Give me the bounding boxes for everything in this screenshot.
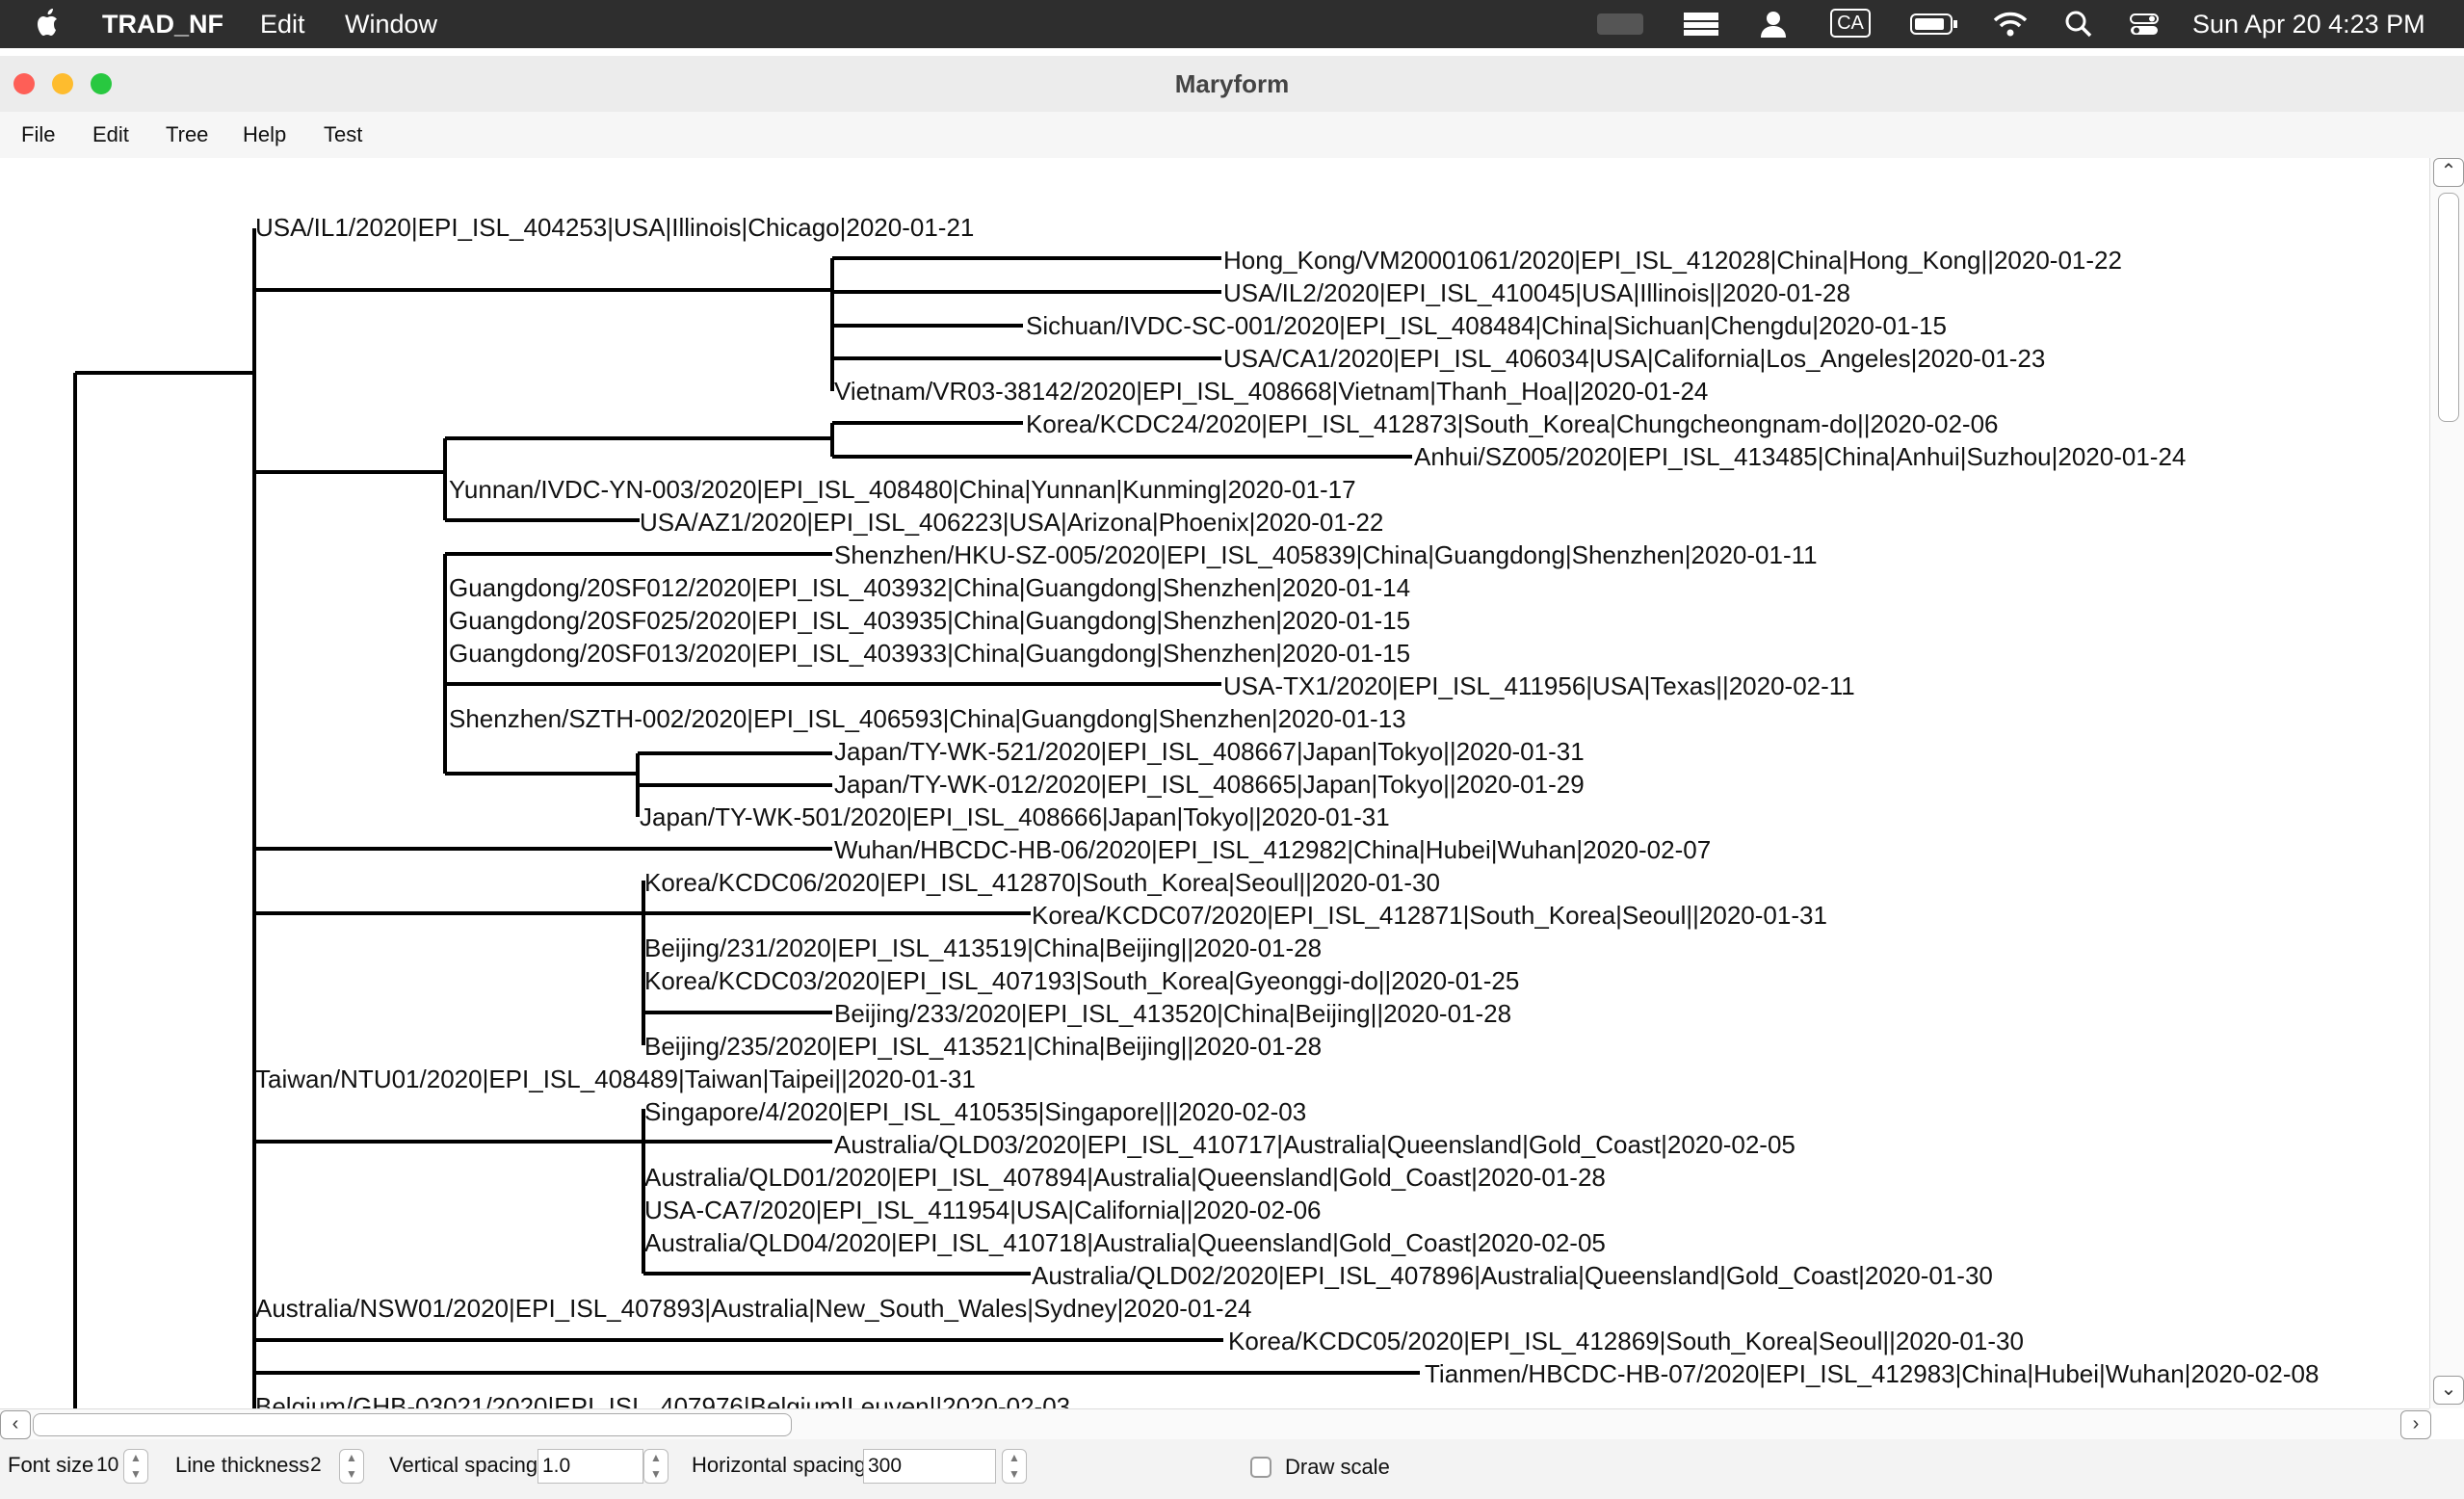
tree-leaf-label: Yunnan/IVDC-YN-003/2020|EPI_ISL_408480|C… [449, 475, 1356, 504]
horizontal-scrollbar[interactable]: ‹ › [0, 1408, 2431, 1440]
search-icon[interactable] [2063, 9, 2094, 39]
tree-leaf-label: Singapore/4/2020|EPI_ISL_410535|Singapor… [644, 1097, 1307, 1126]
menu-edit[interactable]: Edit [260, 0, 305, 48]
system-menu-bar: TRAD_NF Edit Window CA Sun Apr 20 4:23 P… [0, 0, 2464, 48]
tree-leaf-label: Australia/QLD03/2020|EPI_ISL_410717|Aust… [834, 1130, 1796, 1159]
tree-leaf-label: Guangdong/20SF013/2020|EPI_ISL_403933|Ch… [449, 639, 1411, 668]
tree-leaf-label: USA/IL1/2020|EPI_ISL_404253|USA|Illinois… [255, 213, 975, 242]
tree-leaf-label: USA/CA1/2020|EPI_ISL_406034|USA|Californ… [1223, 344, 2046, 373]
user-icon[interactable] [1759, 9, 1788, 39]
font-size-label: Font size [8, 1453, 94, 1477]
menu-test[interactable]: Test [324, 112, 362, 158]
tree-leaf-label: Japan/TY-WK-012/2020|EPI_ISL_408665|Japa… [834, 770, 1585, 799]
tree-leaf-label: Korea/KCDC03/2020|EPI_ISL_407193|South_K… [644, 966, 1520, 995]
tree-leaf-label: Vietnam/VR03-38142/2020|EPI_ISL_408668|V… [834, 377, 1709, 406]
horizontal-spacing-field[interactable]: 300 [863, 1449, 996, 1484]
menu-window[interactable]: Window [345, 0, 437, 48]
tree-leaf-label: Beijing/231/2020|EPI_ISL_413519|China|Be… [644, 934, 1323, 962]
tree-leaf-label: Beijing/235/2020|EPI_ISL_413521|China|Be… [644, 1032, 1323, 1061]
wifi-icon[interactable] [1992, 9, 2029, 39]
tree-leaf-label: Australia/QLD02/2020|EPI_ISL_407896|Aust… [1032, 1261, 1993, 1290]
scroll-up-button[interactable]: ⌃ [2433, 158, 2464, 187]
window-title: Maryform [1174, 69, 1290, 98]
font-size-stepper[interactable]: ▲ ▼ [123, 1449, 148, 1484]
tree-leaf-label: Korea/KCDC24/2020|EPI_ISL_412873|South_K… [1026, 409, 1999, 438]
line-thickness-label: Line thickness [175, 1453, 310, 1477]
menu-tree[interactable]: Tree [166, 112, 208, 158]
tree-leaf-label: Japan/TY-WK-521/2020|EPI_ISL_408667|Japa… [834, 737, 1585, 766]
vertical-scroll-thumb[interactable] [2438, 193, 2459, 422]
scroll-right-button[interactable]: › [2400, 1410, 2431, 1439]
scroll-left-button[interactable]: ‹ [0, 1410, 31, 1439]
tree-leaf-label: Shenzhen/HKU-SZ-005/2020|EPI_ISL_405839|… [834, 540, 1818, 569]
menu-file[interactable]: File [21, 112, 55, 158]
tree-leaf-label: Australia/QLD01/2020|EPI_ISL_407894|Aust… [644, 1163, 1606, 1192]
horizontal-spacing-stepper[interactable]: ▲ ▼ [1002, 1449, 1027, 1484]
tree-leaf-label: Japan/TY-WK-501/2020|EPI_ISL_408666|Japa… [640, 802, 1390, 831]
app-menu-name[interactable]: TRAD_NF [102, 0, 223, 48]
font-size-field[interactable]: 10 [92, 1449, 123, 1484]
draw-scale-checkbox[interactable] [1250, 1457, 1271, 1478]
line-thickness-stepper[interactable]: ▲ ▼ [339, 1449, 364, 1484]
apple-icon[interactable] [35, 8, 62, 39]
tree-leaf-label: Wuhan/HBCDC-HB-06/2020|EPI_ISL_412982|Ch… [834, 835, 1712, 864]
tree-leaf-label: Taiwan/NTU01/2020|EPI_ISL_408489|Taiwan|… [255, 1065, 976, 1093]
tree-leaf-label: Australia/NSW01/2020|EPI_ISL_407893|Aust… [255, 1294, 1252, 1323]
vertical-spacing-stepper[interactable]: ▲ ▼ [643, 1449, 668, 1484]
vertical-spacing-field[interactable]: 1.0 [537, 1449, 643, 1484]
tree-leaf-label: Korea/KCDC06/2020|EPI_ISL_412870|South_K… [644, 868, 1440, 897]
tree-leaf-label: Sichuan/IVDC-SC-001/2020|EPI_ISL_408484|… [1026, 311, 1947, 340]
tree-leaf-label: Korea/KCDC07/2020|EPI_ISL_412871|South_K… [1032, 901, 1827, 930]
window-title-bar[interactable]: Maryform [0, 56, 2464, 113]
control-center-icon[interactable] [2129, 9, 2160, 39]
horizontal-scroll-thumb[interactable] [33, 1413, 792, 1436]
vertical-spacing-label: Vertical spacing [389, 1453, 538, 1477]
tree-canvas[interactable]: USA/IL1/2020|EPI_ISL_404253|USA|Illinois… [0, 158, 2429, 1408]
dock-stack-icon[interactable] [1680, 9, 1722, 39]
input-source-icon[interactable]: CA [1830, 9, 1871, 38]
app-menu-bar: File Edit Tree Help Test [0, 112, 2464, 158]
tree-leaf-label: Korea/KCDC05/2020|EPI_ISL_412869|South_K… [1228, 1327, 2024, 1355]
draw-scale-label: Draw scale [1285, 1455, 1390, 1479]
wd-drive-icon[interactable] [1597, 13, 1643, 35]
tree-leaf-label: USA/IL2/2020|EPI_ISL_410045|USA|Illinois… [1223, 278, 1850, 307]
controls-bar: Font size 10 ▲ ▼ Line thickness 2 ▲ ▼ Vert… [0, 1439, 2464, 1499]
tree-leaf-label: USA-TX1/2020|EPI_ISL_411956|USA|Texas||2… [1223, 671, 1855, 700]
tree-leaf-label: Anhui/SZ005/2020|EPI_ISL_413485|China|An… [1414, 442, 2187, 471]
menu-help[interactable]: Help [243, 112, 286, 158]
menu-edit-app[interactable]: Edit [92, 112, 129, 158]
tree-leaf-label: Guangdong/20SF025/2020|EPI_ISL_403935|Ch… [449, 606, 1411, 635]
tree-leaf-label: Hong_Kong/VM20001061/2020|EPI_ISL_412028… [1223, 246, 2122, 275]
tree-leaf-label: Tianmen/HBCDC-HB-07/2020|EPI_ISL_412983|… [1425, 1359, 2320, 1388]
tree-leaf-label: USA-CA7/2020|EPI_ISL_411954|USA|Californ… [644, 1196, 1322, 1224]
tree-leaf-label: Guangdong/20SF012/2020|EPI_ISL_403932|Ch… [449, 573, 1411, 602]
tree-leaf-label: Belgium/GHB-03021/2020|EPI_ISL_407976|Be… [255, 1392, 1071, 1408]
tree-leaf-label: Australia/QLD04/2020|EPI_ISL_410718|Aust… [644, 1228, 1606, 1257]
line-thickness-field[interactable]: 2 [306, 1449, 339, 1484]
clock[interactable]: Sun Apr 20 4:23 PM [2192, 0, 2425, 48]
tree-leaf-label: Shenzhen/SZTH-002/2020|EPI_ISL_406593|Ch… [449, 704, 1406, 733]
horizontal-spacing-label: Horizontal spacing [692, 1453, 866, 1477]
battery-icon[interactable] [1909, 9, 1959, 39]
tree-leaf-label: Beijing/233/2020|EPI_ISL_413520|China|Be… [834, 999, 1512, 1028]
vertical-scrollbar[interactable]: ⌃ ⌄ [2429, 158, 2464, 1408]
tree-labels: USA/IL1/2020|EPI_ISL_404253|USA|Illinois… [0, 158, 2429, 1408]
scroll-down-button[interactable]: ⌄ [2433, 1376, 2464, 1405]
tree-leaf-label: USA/AZ1/2020|EPI_ISL_406223|USA|Arizona|… [640, 508, 1384, 537]
